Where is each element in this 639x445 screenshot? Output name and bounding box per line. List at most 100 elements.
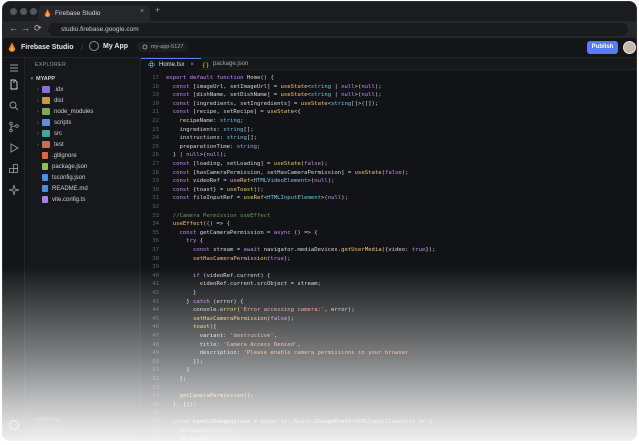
tree-folder[interactable]: › dist bbox=[25, 95, 141, 106]
tab-home-tsx[interactable]: Home.tsx × bbox=[141, 58, 201, 70]
close-icon[interactable]: × bbox=[190, 62, 194, 68]
tab-label: package.json bbox=[213, 61, 249, 67]
code-line[interactable]: 44 console.error('Error accessing camera… bbox=[141, 306, 636, 315]
code-line[interactable]: 25 preparationTime: string; bbox=[141, 143, 636, 152]
tree-folder[interactable]: › node_modules bbox=[25, 106, 141, 117]
code-line[interactable]: 26 } | null>(null); bbox=[141, 151, 636, 160]
code-line[interactable]: 50 }); bbox=[141, 358, 636, 367]
code-line[interactable]: 59 setImageUrl(null); bbox=[141, 435, 636, 440]
code-line[interactable]: 43 } catch (error) { bbox=[141, 298, 636, 307]
tree-item-label: node_modules bbox=[54, 108, 94, 115]
code-line[interactable]: 48 title: 'Camera Access Denied', bbox=[141, 341, 636, 350]
line-number: 31 bbox=[152, 195, 159, 202]
code-line[interactable]: 38 setHasCameraPermission(true); bbox=[141, 255, 636, 264]
code-line[interactable]: 35 const getCameraPermission = async () … bbox=[141, 229, 636, 238]
code-line[interactable]: 21 const [recipe, setRecipe] = useState<… bbox=[141, 108, 636, 117]
tree-file[interactable]: .gitignore bbox=[25, 150, 141, 161]
firebase-sparkle-icon[interactable] bbox=[8, 184, 20, 196]
code-text: const [imageUrl, setImageUrl] = useState… bbox=[172, 83, 382, 90]
timeline-section[interactable]: TIMELINE bbox=[35, 428, 62, 434]
run-debug-icon[interactable] bbox=[8, 142, 20, 154]
url-input[interactable]: studio.firebase.google.com bbox=[48, 23, 628, 36]
code-line[interactable]: 56 bbox=[141, 409, 636, 418]
reload-icon[interactable]: ⟳ bbox=[34, 23, 42, 34]
code-line[interactable]: 19 const [dishName, setDishName] = useSt… bbox=[141, 91, 636, 100]
tree-folder[interactable]: › scripts bbox=[25, 117, 141, 128]
brand[interactable]: Firebase Studio bbox=[8, 42, 74, 52]
code-line[interactable]: 49 description: 'Please enable camera pe… bbox=[141, 349, 636, 358]
code-line[interactable]: 54 getCameraPermission(); bbox=[141, 392, 636, 401]
code-line[interactable]: 33 //Camera Permission useEffect bbox=[141, 212, 636, 221]
code-line[interactable]: 57 const handleImageUpload = async (e: R… bbox=[141, 418, 636, 427]
source-control-icon[interactable] bbox=[8, 121, 20, 133]
code-line[interactable]: 28 const [hasCameraPermission, setHasCam… bbox=[141, 169, 636, 178]
tree-file[interactable]: tsconfig.json bbox=[25, 172, 141, 183]
code-line[interactable]: 53 bbox=[141, 384, 636, 393]
code-line[interactable]: 20 const [ingredients, setIngredients] =… bbox=[141, 100, 636, 109]
code-line[interactable]: 41 videoRef.current.srcObject = stream; bbox=[141, 280, 636, 289]
code-line[interactable]: 58 setLoading(true); bbox=[141, 427, 636, 436]
code-line[interactable]: 22 recipeName: string; bbox=[141, 117, 636, 126]
line-number: 44 bbox=[152, 307, 159, 314]
back-arrow-icon[interactable]: ← bbox=[9, 23, 18, 33]
browser-tab-firebase-studio[interactable]: Firebase Studio × bbox=[38, 5, 150, 21]
code-line[interactable]: 47 variant: 'destructive', bbox=[141, 332, 636, 341]
code-line[interactable]: 36 try { bbox=[141, 237, 636, 246]
code-line[interactable]: 27 const [loading, setLoading] = useStat… bbox=[141, 160, 636, 169]
forward-arrow-icon[interactable]: → bbox=[21, 23, 30, 33]
tree-folder[interactable]: › .idx bbox=[25, 84, 141, 95]
file-icon bbox=[42, 163, 48, 170]
outline-section[interactable]: OUTLINE bbox=[35, 417, 60, 423]
code-editor[interactable]: 17 export default function Home() {18 con… bbox=[141, 71, 636, 440]
extensions-icon[interactable] bbox=[8, 163, 20, 175]
window-minimize-dot[interactable] bbox=[20, 8, 27, 15]
code-line[interactable]: 51 } bbox=[141, 366, 636, 375]
tree-folder[interactable]: › test bbox=[25, 139, 141, 150]
code-line[interactable]: 39 bbox=[141, 263, 636, 272]
app-header: Firebase Studio / My App my-app-5127 Pub… bbox=[3, 38, 636, 58]
code-line[interactable]: 40 if (videoRef.current) { bbox=[141, 272, 636, 281]
code-text: }); bbox=[166, 358, 204, 365]
tree-item-label: README.md bbox=[52, 185, 88, 192]
close-icon[interactable]: × bbox=[140, 8, 144, 15]
search-icon[interactable] bbox=[8, 100, 20, 112]
code-line[interactable]: 29 const videoRef = useRef<HTMLVideoElem… bbox=[141, 177, 636, 186]
files-icon[interactable] bbox=[8, 79, 20, 91]
new-tab-icon[interactable]: + bbox=[155, 5, 160, 15]
code-text: const [loading, setLoading] = useState(f… bbox=[172, 161, 328, 167]
code-line[interactable]: 34 useEffect(() => { bbox=[141, 220, 636, 229]
line-number: 26 bbox=[152, 152, 159, 159]
tab-package-json[interactable]: {} package.json bbox=[195, 58, 255, 70]
tree-file[interactable]: vite.config.ts bbox=[25, 194, 141, 205]
publish-button[interactable]: Publish bbox=[587, 41, 618, 54]
code-line[interactable]: 30 const {toast} = useToast(); bbox=[141, 186, 636, 195]
code-line[interactable]: 17 export default function Home() { bbox=[141, 74, 636, 83]
tree-folder[interactable]: › src bbox=[25, 128, 141, 139]
tree-file[interactable]: README.md bbox=[25, 183, 141, 194]
folder-icon bbox=[42, 130, 50, 137]
avatar[interactable] bbox=[623, 41, 636, 54]
code-line[interactable]: 46 toast({ bbox=[141, 323, 636, 332]
code-line[interactable]: 32 bbox=[141, 203, 636, 212]
code-line[interactable]: 45 setHasCameraPermission(false); bbox=[141, 315, 636, 324]
chevron-right-icon: › bbox=[37, 108, 39, 115]
branch-badge[interactable]: my-app-5127 bbox=[137, 42, 189, 52]
code-line[interactable]: 18 const [imageUrl, setImageUrl] = useSt… bbox=[141, 83, 636, 92]
code-line[interactable]: 37 const stream = await navigator.mediaD… bbox=[141, 246, 636, 255]
code-line[interactable]: 52 }; bbox=[141, 375, 636, 384]
code-line[interactable]: 31 const fileInputRef = useRef<HTMLInput… bbox=[141, 194, 636, 203]
code-line[interactable]: 55 }, []); bbox=[141, 401, 636, 410]
code-line[interactable]: 24 instructions: string[]; bbox=[141, 134, 636, 143]
window-close-dot[interactable] bbox=[10, 8, 17, 15]
workspace-selector[interactable]: My App bbox=[89, 41, 128, 51]
tree-root[interactable]: ▾ MYAPP bbox=[25, 73, 141, 84]
code-line[interactable]: 23 ingredients: string[]; bbox=[141, 126, 636, 135]
tree-item-label: tsconfig.json bbox=[52, 174, 86, 181]
line-number: 33 bbox=[152, 212, 159, 219]
tree-file[interactable]: package.json bbox=[25, 161, 141, 172]
window-maximize-dot[interactable] bbox=[30, 8, 37, 15]
menu-icon[interactable] bbox=[8, 62, 20, 74]
code-text: ingredients: string[]; bbox=[166, 126, 254, 133]
account-icon[interactable] bbox=[8, 419, 20, 431]
code-line[interactable]: 42 } bbox=[141, 289, 636, 298]
